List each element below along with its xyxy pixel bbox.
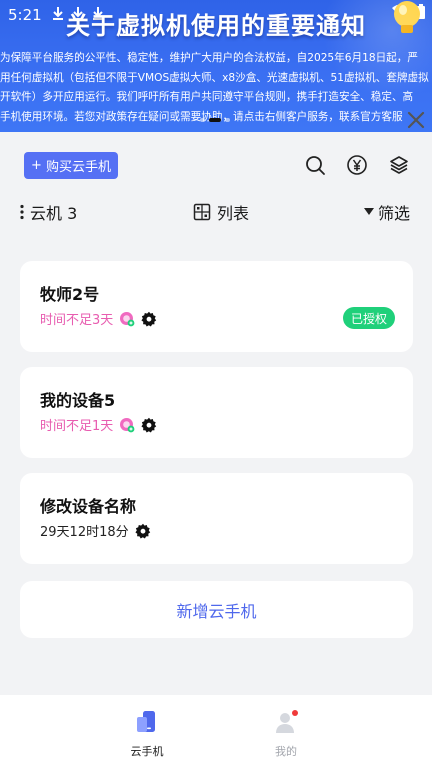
nav-tab-cloud-phone[interactable]: 云手机 xyxy=(107,709,187,759)
group-selector[interactable]: 云机 3 xyxy=(20,200,77,224)
search-icon[interactable] xyxy=(304,154,326,176)
banner-title: 关于虚拟机使用的重要通知 xyxy=(66,12,366,40)
device-card[interactable]: 修改设备名称 29天12时18分 xyxy=(20,473,413,564)
renew-icon[interactable] xyxy=(119,311,135,327)
settings-gear-icon[interactable] xyxy=(135,523,151,539)
nav-label: 我的 xyxy=(275,745,297,758)
device-time-remaining: 时间不足1天 xyxy=(40,419,114,434)
device-card[interactable]: 牧师2号 时间不足3天 已授权 xyxy=(20,261,413,352)
filter-button[interactable]: 筛选 xyxy=(363,200,410,224)
grid-view-icon xyxy=(193,203,211,221)
device-meta: 时间不足1天 xyxy=(40,415,157,434)
user-profile-icon xyxy=(276,710,298,733)
layers-icon[interactable] xyxy=(388,154,410,176)
filter-label: 筛选 xyxy=(377,204,410,223)
plus-icon: + xyxy=(31,158,42,173)
buy-cloud-phone-button[interactable]: + 购买云手机 xyxy=(24,152,118,179)
bottom-nav: 云手机 我的 xyxy=(0,695,432,770)
lightbulb-icon xyxy=(394,1,420,33)
banner-pagination xyxy=(200,118,230,122)
device-meta: 29天12时18分 xyxy=(40,521,151,540)
banner-line: 开软件）多开应用运行。我们呼吁所有用户共同遵守平台规则，携手打造安全、稳定、高 xyxy=(0,91,414,103)
renew-icon[interactable] xyxy=(119,417,135,433)
banner-body: 为保障平台服务的公平性、稳定性，维护广大用户的合法权益，自2025年6月18日起… xyxy=(0,49,432,127)
device-card[interactable]: 我的设备5 时间不足1天 xyxy=(20,367,413,458)
battery-icon xyxy=(417,4,425,19)
notice-banner[interactable]: 5:21 关于虚拟机使用的重要通知 为保障平台服务的公平性、稳定性，维护广大用户… xyxy=(0,0,432,132)
buy-cloud-phone-label: 购买云手机 xyxy=(45,160,111,175)
add-cloud-phone-button[interactable]: 新增云手机 xyxy=(20,581,413,638)
close-icon[interactable] xyxy=(404,108,428,132)
device-time-remaining: 29天12时18分 xyxy=(40,525,129,540)
pagination-dot xyxy=(225,118,230,122)
device-name: 牧师2号 xyxy=(40,285,100,304)
device-meta: 时间不足3天 xyxy=(40,309,157,328)
authorized-badge: 已授权 xyxy=(342,307,395,329)
group-label: 云机 3 xyxy=(30,204,78,223)
more-vertical-icon xyxy=(20,204,24,220)
view-mode-label: 列表 xyxy=(217,204,250,223)
device-name: 修改设备名称 xyxy=(40,497,137,516)
status-system-icons xyxy=(392,4,426,20)
device-name: 我的设备5 xyxy=(40,391,116,410)
banner-line: 用任何虚拟机（包括但不限于VMOS虚拟大师、x8沙盒、光速虚拟机、51虚拟机、套… xyxy=(0,71,429,84)
settings-gear-icon[interactable] xyxy=(141,311,157,327)
nav-label: 云手机 xyxy=(130,745,164,758)
view-mode-toggle[interactable]: 列表 xyxy=(193,200,249,224)
settings-gear-icon[interactable] xyxy=(141,417,157,433)
banner-line: 为保障平台服务的公平性、稳定性，维护广大用户的合法权益，自2025年6月18日起… xyxy=(0,52,418,64)
pagination-dot-active xyxy=(209,118,221,122)
yuan-icon[interactable] xyxy=(346,154,368,176)
caret-down-icon xyxy=(363,208,374,215)
device-time-remaining: 时间不足3天 xyxy=(40,313,114,328)
wifi-icon xyxy=(392,5,410,18)
nav-tab-mine[interactable]: 我的 xyxy=(246,709,326,759)
filter-bar: 云机 3 列表 筛选 xyxy=(0,194,432,228)
pagination-dot xyxy=(200,118,205,122)
cloud-phone-icon xyxy=(137,711,155,732)
toolbar: + 购买云手机 xyxy=(0,132,432,194)
